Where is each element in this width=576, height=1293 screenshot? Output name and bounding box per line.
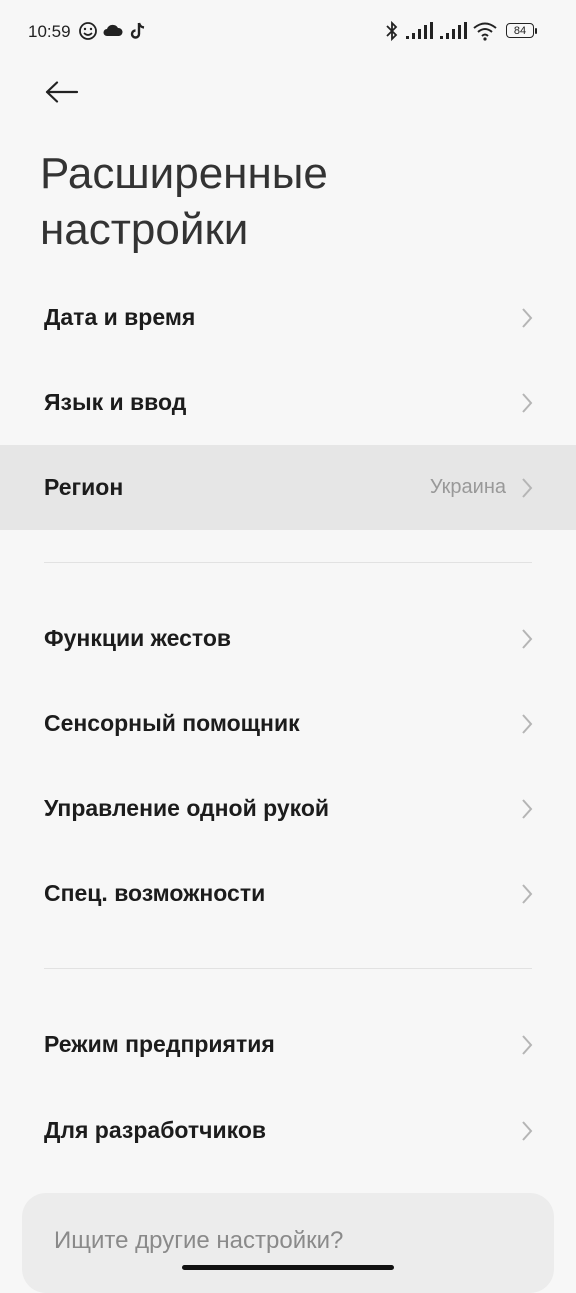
settings-item-label: Для разработчиков xyxy=(44,1117,267,1143)
cloud-icon xyxy=(103,24,123,36)
search-other-settings-card[interactable]: Ищите другие настройки? xyxy=(22,1193,554,1293)
settings-item-touch-assistant[interactable]: Сенсорный помощник xyxy=(0,681,576,766)
section-divider xyxy=(44,562,532,563)
emoji-icon xyxy=(79,22,97,40)
tiktok-icon xyxy=(130,22,145,39)
section-divider xyxy=(44,968,532,969)
chevron-right-icon xyxy=(522,478,533,498)
settings-item-gestures[interactable]: Функции жестов xyxy=(0,596,576,681)
settings-item-label: Режим предприятия xyxy=(44,1031,275,1057)
bluetooth-icon xyxy=(386,20,398,42)
chevron-right-icon xyxy=(522,714,533,734)
wifi-icon xyxy=(473,22,497,41)
chevron-right-icon xyxy=(522,1035,533,1055)
settings-item-label: Сенсорный помощник xyxy=(44,710,300,736)
chevron-right-icon xyxy=(522,308,533,328)
settings-item-accessibility[interactable]: Спец. возможности xyxy=(0,851,576,936)
status-time: 10:59 xyxy=(28,22,71,41)
signal-icon xyxy=(406,22,433,39)
settings-item-label: Функции жестов xyxy=(44,625,232,651)
chevron-right-icon xyxy=(522,629,533,649)
signal-icon xyxy=(440,22,467,39)
settings-item-language-input[interactable]: Язык и ввод xyxy=(0,360,576,445)
page-title-line2: настройки xyxy=(40,205,249,254)
chevron-right-icon xyxy=(522,884,533,904)
settings-item-label: Управление одной рукой xyxy=(44,795,330,821)
settings-item-developer-options[interactable]: Для разработчиков xyxy=(0,1088,576,1173)
page-title-line1: Расширенные xyxy=(40,149,328,198)
battery-icon: 84 xyxy=(506,23,534,38)
arrow-left-icon xyxy=(45,81,79,103)
chevron-right-icon xyxy=(522,1121,533,1141)
status-bar: 10:59 84 xyxy=(0,0,576,64)
search-other-settings-text: Ищите другие настройки? xyxy=(54,1227,344,1254)
settings-item-label: Регион xyxy=(44,474,124,500)
settings-item-region[interactable]: Регион Украина xyxy=(0,445,576,530)
settings-item-date-time[interactable]: Дата и время xyxy=(0,275,576,360)
chevron-right-icon xyxy=(522,393,533,413)
settings-item-label: Спец. возможности xyxy=(44,880,266,906)
home-indicator[interactable] xyxy=(182,1265,394,1270)
battery-level: 84 xyxy=(513,24,527,37)
settings-item-label: Дата и время xyxy=(44,304,196,330)
settings-item-label: Язык и ввод xyxy=(44,389,187,415)
battery-tip xyxy=(535,28,537,34)
page-title: Расширенные настройки xyxy=(40,146,540,258)
settings-item-one-handed[interactable]: Управление одной рукой xyxy=(0,766,576,851)
chevron-right-icon xyxy=(522,799,533,819)
back-button[interactable] xyxy=(38,72,86,112)
settings-item-value: Украина xyxy=(429,476,506,498)
settings-item-enterprise-mode[interactable]: Режим предприятия xyxy=(0,1002,576,1087)
